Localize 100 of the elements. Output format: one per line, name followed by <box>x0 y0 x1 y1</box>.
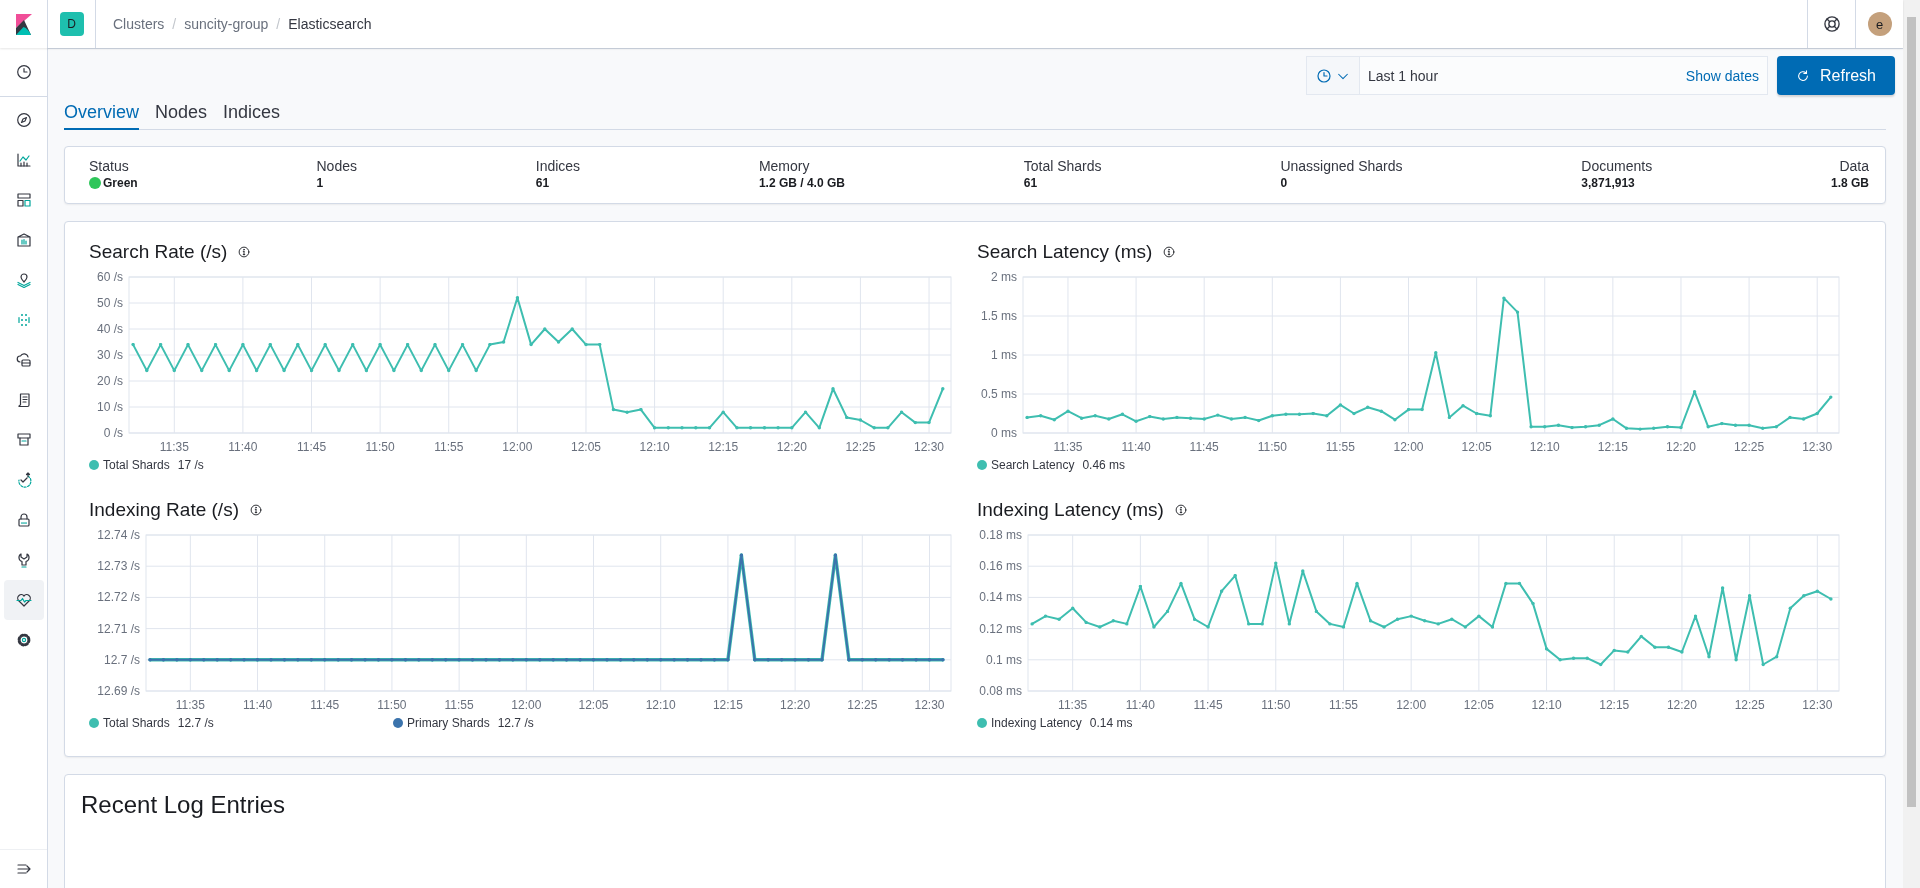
axis-tick-label: 12:15 <box>708 440 739 454</box>
axis-tick-label: 11:40 <box>228 440 258 454</box>
stat-value: Green <box>103 176 138 190</box>
axis-tick-label: 0.18 ms <box>979 528 1022 542</box>
axis-tick-label: 12:20 <box>1666 698 1697 712</box>
axis-tick-label: 12:25 <box>1734 440 1765 454</box>
axis-tick-label: 11:35 <box>175 698 205 712</box>
legend-value: 0.46 ms <box>1082 458 1126 472</box>
stat-label: Status <box>89 158 130 174</box>
axis-tick-label: 20 /s <box>97 374 123 388</box>
stat-label: Nodes <box>316 158 357 174</box>
axis-tick-label: 11:35 <box>1058 698 1088 712</box>
stat-label: Documents <box>1581 158 1653 174</box>
axis-tick-label: 12:20 <box>1665 440 1696 454</box>
axis-tick-label: 12:25 <box>845 440 876 454</box>
axis-tick-label: 12:30 <box>1802 440 1833 454</box>
axis-tick-label: 11:55 <box>444 698 474 712</box>
stat-value: 1 <box>316 176 324 190</box>
axis-tick-label: 12:25 <box>847 698 878 712</box>
axis-tick-label: 12:00 <box>1393 440 1424 454</box>
stat-value: 1.2 GB / 4.0 GB <box>758 176 845 190</box>
stat-label: Total Shards <box>1023 158 1102 174</box>
panel-title: Recent Log Entries <box>81 791 286 819</box>
axis-tick-label: 40 /s <box>97 322 123 336</box>
axis-tick-label: 11:50 <box>1257 440 1287 454</box>
chart-title: Indexing Rate (/s) <box>89 499 239 521</box>
stat-value: 3,871,913 <box>1581 176 1635 190</box>
axis-tick-label: 12.71 /s <box>97 621 140 636</box>
stat-value: 61 <box>1023 176 1038 190</box>
axis-tick-label: 12:15 <box>1597 440 1628 454</box>
stat-label: Unassigned Shards <box>1280 158 1403 174</box>
chart-title: Search Rate (/s) <box>89 241 228 263</box>
axis-tick-label: 12.69 /s <box>97 684 140 698</box>
axis-tick-label: 12:00 <box>502 440 533 454</box>
axis-tick-label: 0.1 ms <box>986 652 1022 667</box>
axis-tick-label: 60 /s <box>97 270 123 284</box>
axis-tick-label: 12:20 <box>776 440 807 454</box>
axis-tick-label: 12:10 <box>639 440 670 454</box>
breadcrumb-separator: / <box>172 16 177 32</box>
legend-value: 17 /s <box>177 458 204 472</box>
stat-value: 1.8 GB <box>1830 176 1869 190</box>
axis-tick-label: 2 ms <box>991 270 1017 284</box>
axis-tick-label: 11:55 <box>1325 440 1355 454</box>
axis-tick-label: 12:20 <box>780 698 811 712</box>
breadcrumb-separator: / <box>276 16 281 32</box>
axis-tick-label: 12:10 <box>1531 698 1562 712</box>
legend-value: 12.7 /s <box>177 716 214 730</box>
axis-tick-label: 11:40 <box>1125 698 1155 712</box>
axis-tick-label: 12:30 <box>914 698 945 712</box>
axis-tick-label: 0.5 ms <box>981 387 1017 401</box>
axis-tick-label: 12:00 <box>511 698 542 712</box>
axis-tick-label: 12:10 <box>645 698 676 712</box>
axis-tick-label: 11:45 <box>1193 698 1223 712</box>
axis-tick-label: 0.16 ms <box>979 559 1022 574</box>
axis-tick-label: 11:50 <box>377 698 407 712</box>
axis-tick-label: 12:15 <box>1599 698 1630 712</box>
legend-value: 12.7 /s <box>497 716 534 730</box>
stat-value: 0 <box>1280 176 1288 190</box>
axis-tick-label: 11:45 <box>296 440 327 454</box>
chart-title: Indexing Latency (ms) <box>977 499 1164 521</box>
axis-tick-label: 11:35 <box>1053 440 1083 454</box>
axis-tick-label: 11:55 <box>434 440 464 454</box>
stat-label: Memory <box>758 158 811 174</box>
axis-tick-label: 12:05 <box>578 698 609 712</box>
axis-tick-label: 12.72 /s <box>97 590 140 605</box>
axis-tick-label: 12:30 <box>914 440 945 454</box>
legend-value: 0.14 ms <box>1089 716 1133 730</box>
axis-tick-label: 11:50 <box>1261 698 1291 712</box>
axis-tick-label: 12.73 /s <box>97 559 140 574</box>
axis-tick-label: 11:35 <box>159 440 189 454</box>
axis-tick-label: 12:15 <box>712 698 743 712</box>
stat-label: Data <box>1839 158 1869 174</box>
axis-tick-label: 11:40 <box>242 698 273 712</box>
axis-tick-label: 50 /s <box>97 296 123 310</box>
chart-title: Search Latency (ms) <box>977 241 1153 263</box>
axis-tick-label: 12:25 <box>1734 698 1765 712</box>
axis-tick-label: 12:05 <box>570 440 601 454</box>
axis-tick-label: 0 /s <box>103 426 123 440</box>
axis-tick-label: 12:10 <box>1529 440 1560 454</box>
axis-tick-label: 1 ms <box>991 348 1017 362</box>
axis-tick-label: 12:30 <box>1802 698 1833 712</box>
axis-tick-label: 0 ms <box>991 426 1017 440</box>
axis-tick-label: 11:45 <box>1189 440 1219 454</box>
axis-tick-label: 11:40 <box>1121 440 1151 454</box>
axis-tick-label: 0.14 ms <box>979 590 1022 605</box>
axis-tick-label: 12:00 <box>1396 698 1427 712</box>
axis-tick-label: 0.12 ms <box>979 621 1022 636</box>
axis-tick-label: 12.7 /s <box>103 652 140 667</box>
stat-value: 61 <box>535 176 550 190</box>
axis-tick-label: 30 /s <box>97 348 123 362</box>
axis-tick-label: 11:45 <box>310 698 340 712</box>
stat-label: Indices <box>535 158 581 174</box>
axis-tick-label: 11:55 <box>1328 698 1359 712</box>
axis-tick-label: 11:50 <box>365 440 395 454</box>
axis-tick-label: 12:05 <box>1461 440 1492 454</box>
axis-tick-label: 10 /s <box>97 400 123 414</box>
axis-tick-label: 12.74 /s <box>97 528 140 542</box>
axis-tick-label: 12:05 <box>1463 698 1494 712</box>
axis-tick-label: 0.08 ms <box>979 684 1022 698</box>
axis-tick-label: 1.5 ms <box>981 309 1017 323</box>
